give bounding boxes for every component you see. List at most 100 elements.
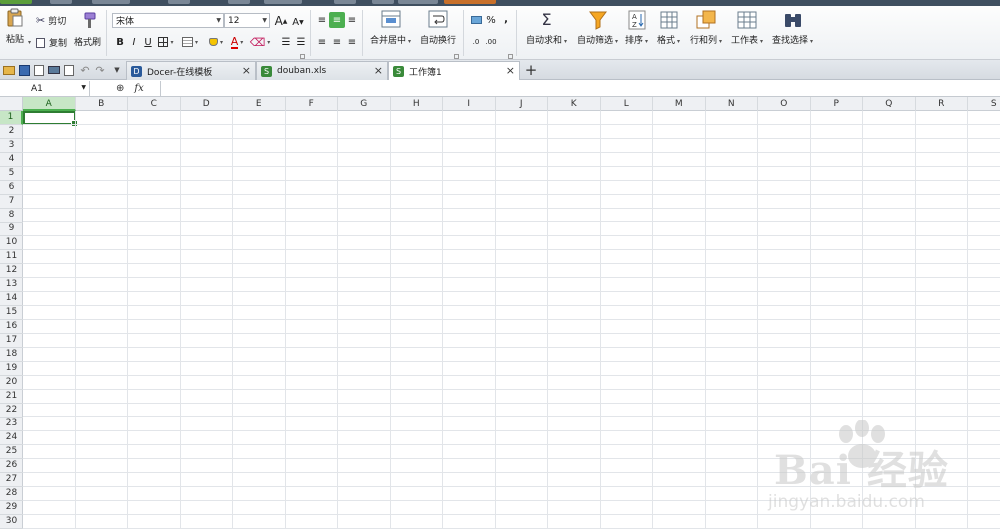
menu-tab[interactable] [0,0,32,4]
column-header-h[interactable]: H [391,97,443,111]
font-size-select[interactable]: 12 ▼ [224,13,270,28]
row-header-13[interactable]: 13 [0,278,23,293]
tab-douban-xls[interactable]: S douban.xls × [256,61,388,80]
column-header-i[interactable]: I [443,97,496,111]
menu-tab[interactable] [168,0,190,4]
row-header-23[interactable]: 23 [0,417,23,432]
name-box[interactable]: A1 ▼ [0,81,90,96]
menu-tab[interactable] [372,0,394,4]
open-folder-icon[interactable] [2,63,16,77]
column-header-c[interactable]: C [128,97,181,111]
menu-tab[interactable] [92,0,130,4]
row-header-4[interactable]: 4 [0,153,23,167]
row-header-8[interactable]: 8 [0,209,23,223]
row-header-22[interactable]: 22 [0,404,23,418]
align-middle-button[interactable]: ≡ [329,12,345,28]
row-header-28[interactable]: 28 [0,487,23,502]
percent-button[interactable]: % [483,12,499,28]
row-header-29[interactable]: 29 [0,501,23,516]
row-header-19[interactable]: 19 [0,362,23,376]
column-header-e[interactable]: E [233,97,286,111]
active-cell-a1[interactable] [23,111,78,127]
print-preview-icon[interactable] [62,63,76,77]
row-header-20[interactable]: 20 [0,376,23,390]
menu-tab[interactable] [398,0,438,4]
column-header-k[interactable]: K [548,97,601,111]
zoom-icon[interactable]: ⊕ [116,83,124,94]
fx-icon[interactable]: fx [134,83,143,94]
row-header-17[interactable]: 17 [0,334,23,348]
row-header-15[interactable]: 15 [0,306,23,321]
select-all-corner[interactable] [0,97,23,111]
align-left-button[interactable]: ≡ [314,34,330,50]
align-bottom-button[interactable]: ≡ [344,12,360,28]
currency-button[interactable] [468,12,484,28]
row-header-2[interactable]: 2 [0,125,23,139]
close-icon[interactable]: × [374,64,383,77]
grow-font-button[interactable]: A ▲ [273,13,289,29]
decrease-decimal-button[interactable]: .00 [483,34,499,50]
borders-button[interactable]: ▾ [158,34,174,50]
worksheet-button[interactable]: 工作表 ▾ [731,10,763,46]
thousands-button[interactable]: , [498,11,514,27]
format-button[interactable]: 格式 ▾ [657,10,680,46]
column-header-r[interactable]: R [916,97,968,111]
paste-button[interactable]: 粘贴 ▾ [4,8,31,46]
increase-indent-button[interactable]: ☰ [293,34,309,50]
autosum-button[interactable]: Σ 自动求和 ▾ [526,10,567,46]
column-header-a[interactable]: A [23,97,76,111]
align-right-button[interactable]: ≡ [344,34,360,50]
menu-tab[interactable] [50,0,72,4]
column-header-o[interactable]: O [758,97,811,111]
clear-format-button[interactable]: ⌫ ▾ [250,34,271,50]
cut-button[interactable]: ✂ 剪切 [36,14,66,27]
row-header-6[interactable]: 6 [0,181,23,195]
undo-icon[interactable]: ↶ [78,63,92,77]
wrap-text-button[interactable]: 自动换行 [420,10,456,46]
close-icon[interactable]: × [506,64,515,77]
fill-color-button[interactable]: ▾ [208,34,224,50]
merge-center-button[interactable]: 合并居中 ▾ [370,10,411,46]
underline-button[interactable]: U [140,34,156,50]
row-header-14[interactable]: 14 [0,292,23,307]
row-header-10[interactable]: 10 [0,236,23,251]
row-header-11[interactable]: 11 [0,250,23,265]
tab-workbook1[interactable]: S 工作簿1 × [388,61,520,80]
decrease-indent-button[interactable]: ☰ [278,34,294,50]
column-header-f[interactable]: F [286,97,338,111]
row-header-16[interactable]: 16 [0,320,23,334]
customize-toolbar-icon[interactable]: ▼ [110,63,124,77]
new-tab-button[interactable]: + [522,61,540,79]
cell-style-button[interactable]: ▾ [182,34,198,50]
autofilter-button[interactable]: 自动筛选 ▾ [577,10,618,46]
format-painter-button[interactable]: 格式刷 [74,12,101,48]
copy-button[interactable]: 复制 [36,36,67,49]
menu-tab[interactable] [264,0,302,4]
column-header-b[interactable]: B [76,97,128,111]
menu-tab[interactable] [444,0,496,4]
tab-docer-template[interactable]: D Docer-在线模板 × [126,61,256,80]
column-header-l[interactable]: L [601,97,653,111]
column-header-p[interactable]: P [811,97,863,111]
row-header-12[interactable]: 12 [0,264,23,279]
export-pdf-icon[interactable] [32,63,46,77]
font-name-select[interactable]: 宋体 ▼ [112,13,224,28]
cell-area[interactable] [23,111,1000,529]
column-header-n[interactable]: N [706,97,758,111]
sort-button[interactable]: A Z 排序 ▾ [625,10,648,46]
row-header-26[interactable]: 26 [0,459,23,474]
shrink-font-button[interactable]: A ▼ [290,14,306,30]
font-color-button[interactable]: A ▾ [229,34,245,50]
formula-input[interactable] [160,81,1000,96]
column-header-g[interactable]: G [338,97,391,111]
redo-icon[interactable]: ↷ [93,63,107,77]
close-icon[interactable]: × [242,64,251,77]
row-header-5[interactable]: 5 [0,167,23,181]
row-header-24[interactable]: 24 [0,431,23,446]
print-icon[interactable] [47,63,61,77]
row-header-30[interactable]: 30 [0,515,23,529]
column-header-q[interactable]: Q [863,97,916,111]
rows-cols-button[interactable]: 行和列 ▾ [690,10,722,46]
row-header-9[interactable]: 9 [0,222,23,237]
column-header-j[interactable]: J [496,97,548,111]
